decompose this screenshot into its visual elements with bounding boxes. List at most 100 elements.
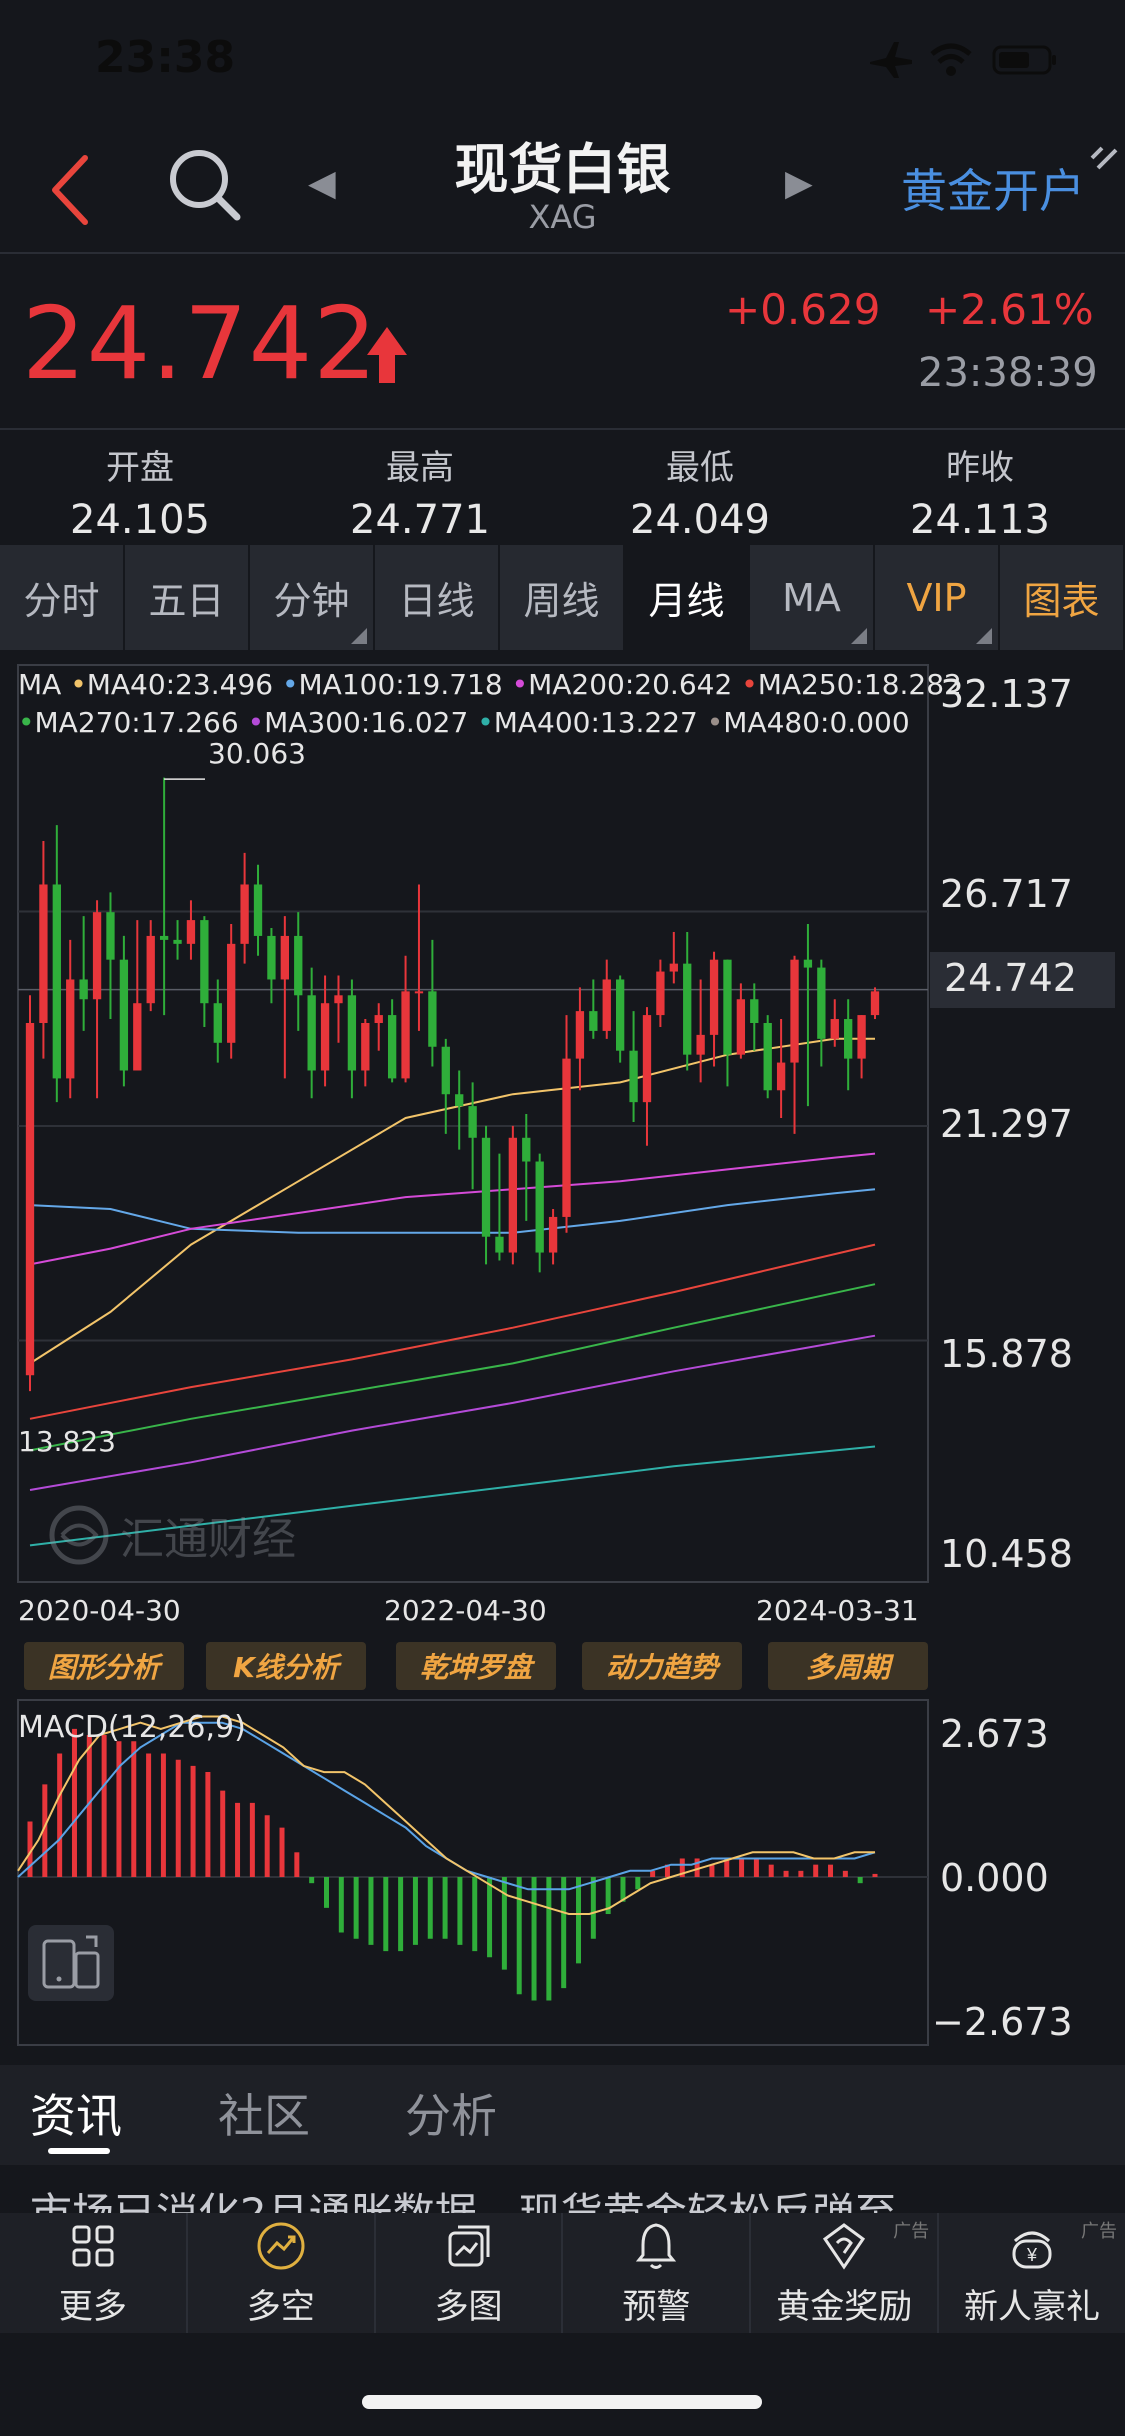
candle-body (642, 1015, 652, 1103)
tab-community[interactable]: 社区 (218, 2080, 310, 2146)
candle-body (548, 1216, 558, 1253)
multichart-icon (448, 2225, 490, 2266)
macd-y-label: −2.673 (932, 2000, 1073, 2044)
candle-body (562, 1058, 571, 1217)
candle-body (495, 1236, 504, 1253)
candle-body (307, 995, 316, 1071)
candle-body (763, 1022, 772, 1091)
candle-body (334, 995, 343, 1004)
airplane-icon (870, 42, 912, 78)
header-divider (0, 252, 1125, 254)
candle-body (602, 979, 611, 1031)
tab-five-day[interactable]: 五日 (125, 545, 250, 650)
ma-legend-item: MA100:19.718 (298, 668, 503, 701)
candle-body (227, 943, 236, 1043)
candle-body (723, 959, 732, 1055)
candle-body (159, 935, 169, 940)
tool-pattern-analysis[interactable]: 图形分析 (24, 1642, 184, 1690)
candle-body (683, 963, 692, 1055)
wifi-icon (930, 43, 972, 76)
x-axis-label: 2024-03-31 (756, 1594, 919, 1627)
candle-body (803, 959, 813, 968)
stat-label: 最低 (666, 448, 734, 488)
chart-mode-button[interactable] (28, 1925, 114, 2001)
candle-body (173, 939, 182, 944)
candle-body (414, 991, 424, 994)
tab-news[interactable]: 资讯 (30, 2080, 122, 2146)
news-tab-bar (0, 2065, 1125, 2165)
tab-chart-settings[interactable]: 图表 (1000, 545, 1125, 650)
rotate-screen-icon (42, 1935, 100, 1989)
candle-body (455, 1094, 464, 1107)
nav-label: 更多 (58, 2286, 127, 2327)
ad-tag: 广告 (893, 2221, 930, 2242)
quote-time: 23:38:39 (918, 350, 1098, 396)
macd-histogram (27, 1728, 878, 2001)
tool-compass[interactable]: 乾坤罗盘 (396, 1642, 556, 1690)
ma-line-ma270 (29, 1283, 876, 1452)
ma-legend-item: MA300:16.027 (264, 706, 469, 739)
candle-body (374, 1015, 383, 1023)
macd-y-label: 0.000 (940, 1856, 1049, 1900)
tab-intraday[interactable]: 分时 (0, 545, 125, 650)
tab-ma[interactable]: MA (750, 545, 875, 650)
tab-analysis[interactable]: 分析 (405, 2080, 497, 2146)
watermark-logo-icon (49, 1505, 109, 1565)
candle-body (750, 999, 759, 1023)
home-indicator[interactable] (362, 2395, 762, 2409)
tab-vip[interactable]: VIP (875, 545, 1000, 650)
candle-body (696, 1034, 705, 1055)
tool-momentum[interactable]: 动力趋势 (582, 1642, 742, 1690)
candle-body (468, 1106, 477, 1138)
candle-body (146, 935, 155, 1004)
candle-body (387, 1015, 397, 1079)
expand-icon[interactable] (1088, 140, 1120, 172)
candle-body (844, 1019, 853, 1059)
candle-body (320, 1003, 330, 1071)
ma-line-ma200 (29, 1152, 876, 1266)
tab-daily[interactable]: 日线 (375, 545, 500, 650)
candle-body (66, 979, 75, 1079)
candle-body (428, 991, 437, 1047)
candle-body (213, 1003, 222, 1043)
trend-icon (257, 2222, 305, 2269)
stat-value: 24.049 (630, 497, 770, 543)
ma-legend-item: MA200:20.642 (528, 668, 733, 701)
tab-weekly[interactable]: 周线 (500, 545, 625, 650)
gold-account-link[interactable]: 黄金开户 (901, 155, 1085, 221)
bottom-safe-area (0, 2333, 1125, 2436)
status-time: 23:38 (95, 32, 236, 83)
x-axis-label: 2020-04-30 (18, 1594, 181, 1627)
nav-more[interactable]: 更多 (0, 2213, 188, 2333)
candle-body (347, 995, 357, 1071)
current-price-label: 24.742 (944, 956, 1077, 1000)
candle-body (589, 1011, 598, 1031)
stat-high: 最高 24.771 (280, 440, 560, 543)
candle-body (790, 959, 799, 1063)
watermark: 汇通财经 (48, 1503, 296, 1567)
dropdown-corner-icon (851, 628, 867, 644)
candle-body (508, 1137, 518, 1253)
nav-multi-chart[interactable]: 多图 (376, 2213, 564, 2333)
candle-body (522, 1137, 531, 1162)
bell-icon (636, 2222, 677, 2269)
nav-newcomer-gift[interactable]: 广告 ¥ 新人豪礼 (939, 2213, 1125, 2333)
nav-gold-reward[interactable]: 广告 黄金奖励 (751, 2213, 940, 2333)
candle-body (267, 935, 276, 980)
watermark-text: 汇通财经 (120, 1514, 296, 1565)
stat-label: 最高 (386, 448, 454, 488)
tool-kline-analysis[interactable]: K线分析 (206, 1642, 366, 1690)
nav-long-short[interactable]: 多空 (188, 2213, 376, 2333)
tool-multi-period[interactable]: 多周期 (768, 1642, 928, 1690)
stat-prev-close: 昨收 24.113 (840, 440, 1120, 543)
candle-body (119, 959, 129, 1071)
tab-monthly[interactable]: 月线 (625, 545, 750, 650)
candle-body (133, 1003, 142, 1071)
candle-body (39, 884, 48, 1023)
bottom-nav: 更多 多空 多图 预警 广告 黄金奖励 广告 ¥ 新人豪礼 (0, 2213, 1125, 2333)
nav-alert[interactable]: 预警 (563, 2213, 752, 2333)
candles (25, 777, 880, 1392)
price-change: +0.629 (725, 285, 881, 334)
tab-minute[interactable]: 分钟 (250, 545, 375, 650)
stat-value: 24.105 (70, 497, 210, 543)
